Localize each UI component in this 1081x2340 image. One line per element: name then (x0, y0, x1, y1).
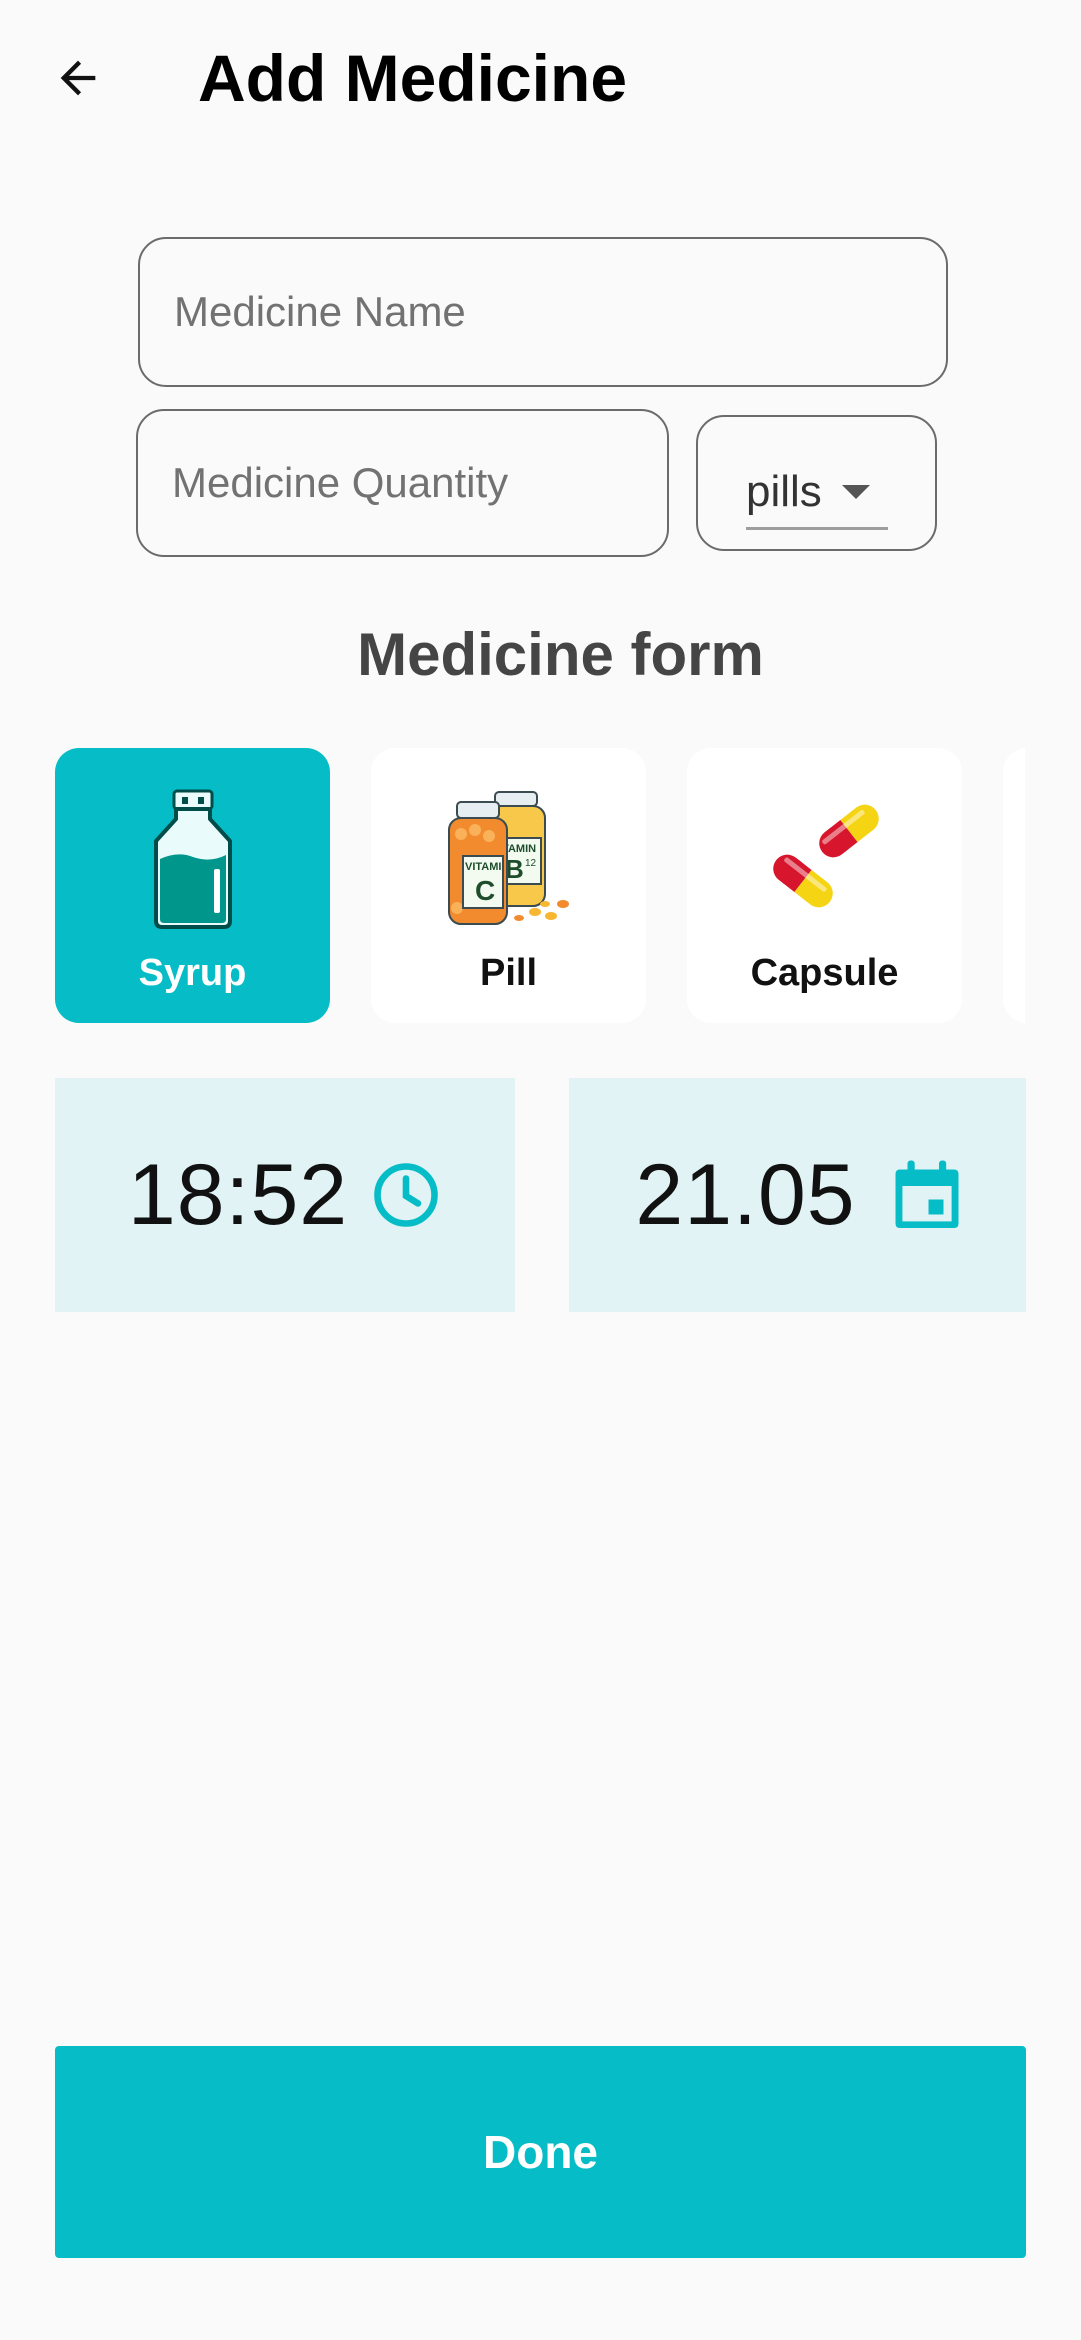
capsule-icon (772, 804, 879, 908)
date-value: 21.05 (635, 1147, 856, 1243)
syrup-bottle-icon (153, 789, 232, 929)
form-option-syrup[interactable]: Syrup (55, 748, 330, 1023)
time-value: 18:52 (127, 1147, 349, 1243)
svg-text:12: 12 (525, 858, 537, 869)
form-option-capsule[interactable]: Capsule (687, 748, 962, 1023)
form-option-label: Pill (479, 952, 538, 994)
calendar-icon (895, 1160, 959, 1228)
svg-text:C: C (475, 875, 495, 906)
back-button[interactable] (40, 40, 116, 116)
form-option-label: Syrup (138, 952, 247, 994)
unit-dropdown[interactable]: pills (696, 415, 937, 551)
caret-down-icon (841, 485, 870, 499)
vitamin-bottles-icon: ITAMIN B 12 VITAMI C (447, 791, 569, 925)
medicine-name-field[interactable] (138, 237, 948, 387)
form-option-next[interactable] (1003, 748, 1025, 1023)
form-option-label: Capsule (750, 952, 899, 994)
medicine-quantity-input[interactable] (170, 458, 667, 508)
svg-text:VITAMI: VITAMI (465, 861, 501, 873)
time-picker[interactable]: 18:52 (55, 1078, 515, 1312)
done-button[interactable]: Done (55, 2046, 1026, 2258)
medicine-name-input[interactable] (172, 287, 946, 337)
medicine-form-heading: Medicine form (357, 621, 764, 688)
date-picker[interactable]: 21.05 (569, 1078, 1026, 1312)
clock-icon (374, 1163, 438, 1227)
unit-selected-value: pills (746, 467, 822, 516)
medicine-quantity-field[interactable] (136, 409, 669, 557)
page-title: Add Medicine (198, 41, 628, 115)
form-option-pill[interactable]: ITAMIN B 12 VITAMI C Pill (371, 748, 646, 1023)
medicine-form-carousel[interactable]: Syrup ITAMIN B 12 VITAMI C Pill Capsule (55, 748, 1025, 1023)
arrow-left-icon (60, 60, 96, 96)
